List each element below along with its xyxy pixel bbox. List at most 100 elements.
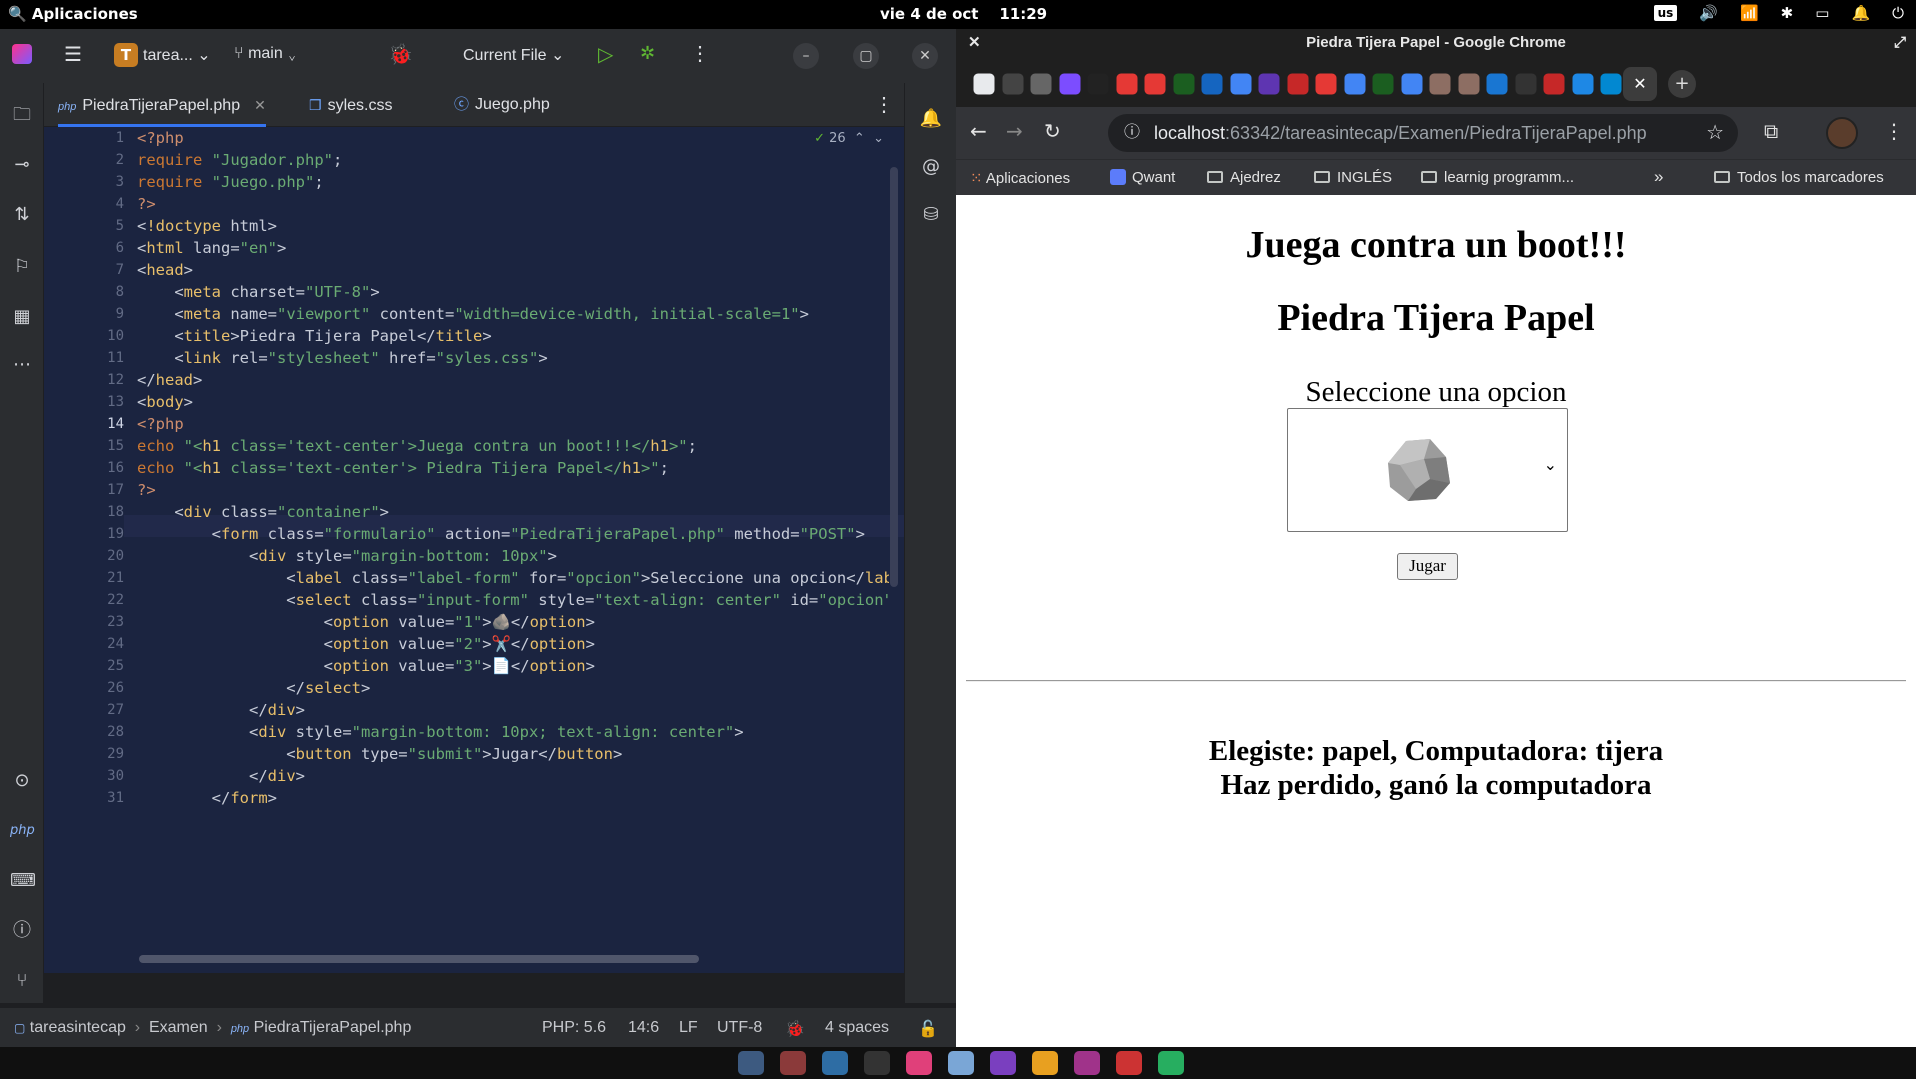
browser-tab[interactable]: [1287, 73, 1308, 95]
debug-status-icon[interactable]: 🐞: [785, 1019, 805, 1039]
reload-icon[interactable]: ↻: [1044, 119, 1061, 143]
dock-app-icon[interactable]: [1032, 1051, 1058, 1075]
code-line[interactable]: <select class="input-form" style="text-a…: [137, 589, 889, 611]
debug-icon[interactable]: ✲: [640, 43, 655, 64]
profile-avatar[interactable]: [1826, 117, 1858, 149]
code-line[interactable]: <html lang="en">: [137, 237, 286, 259]
breadcrumb-project[interactable]: tareasintecap: [30, 1019, 126, 1036]
browser-tab[interactable]: [1458, 73, 1479, 95]
tab-piedratijerapapel[interactable]: php PiedraTijeraPapel.php ✕: [58, 83, 266, 127]
code-line[interactable]: </div>: [137, 765, 305, 787]
project-selector[interactable]: tarea... ⌄: [143, 45, 211, 65]
browser-tab[interactable]: [1258, 73, 1280, 95]
close-active-tab-icon[interactable]: ✕: [1623, 67, 1657, 101]
browser-tab[interactable]: [1344, 73, 1365, 95]
more-actions-icon[interactable]: ⋮: [690, 41, 710, 66]
forward-icon[interactable]: →: [1006, 119, 1023, 143]
jugar-button[interactable]: Jugar: [1397, 553, 1458, 580]
notifications-icon[interactable]: 🔔: [919, 107, 943, 131]
code-line[interactable]: <title>Piedra Tijera Papel</title>: [137, 325, 491, 347]
code-line[interactable]: <!doctype html>: [137, 215, 277, 237]
browser-tab[interactable]: [1059, 73, 1080, 95]
database-icon[interactable]: ⛁: [919, 203, 943, 227]
breadcrumb-folder[interactable]: Examen: [149, 1019, 208, 1036]
tab-syles-css[interactable]: ❒ syles.css: [309, 83, 392, 127]
back-icon[interactable]: ←: [970, 119, 987, 143]
run-config-selector[interactable]: Current File ⌄: [463, 45, 564, 65]
structure-icon[interactable]: ▦: [10, 305, 34, 329]
battery-icon[interactable]: ▭: [1815, 4, 1829, 22]
bookmark-apps[interactable]: ⁙ Aplicaciones: [970, 169, 1070, 187]
bookmark-ingles[interactable]: INGLÉS: [1314, 169, 1392, 186]
commit-icon[interactable]: ⊸: [10, 153, 34, 177]
run-icon[interactable]: ▷: [598, 42, 613, 67]
code-line[interactable]: <?php: [137, 127, 184, 149]
browser-tab[interactable]: [1230, 73, 1251, 95]
ai-assistant-icon[interactable]: @: [919, 155, 943, 179]
browser-tab[interactable]: [1201, 73, 1223, 95]
new-tab-icon[interactable]: +: [1668, 70, 1696, 98]
dock-app-icon[interactable]: [822, 1051, 848, 1075]
more-bookmarks-icon[interactable]: »: [1654, 167, 1663, 187]
code-line[interactable]: <div style="margin-bottom: 10px; text-al…: [137, 721, 744, 743]
keyboard-layout-indicator[interactable]: us: [1653, 5, 1678, 21]
close-tab-icon[interactable]: ✕: [254, 97, 266, 113]
bookmarks-icon[interactable]: ⚐: [10, 255, 34, 279]
branch-selector[interactable]: ⑂ main ⌄: [234, 45, 297, 63]
breadcrumb-file[interactable]: PiedraTijeraPapel.php: [254, 1019, 412, 1036]
maximize-button[interactable]: ▢: [853, 43, 879, 69]
code-line[interactable]: <div style="margin-bottom: 10px">: [137, 545, 557, 567]
services-icon[interactable]: ⊙: [10, 769, 34, 793]
browser-tab[interactable]: [1572, 73, 1593, 95]
dock-app-icon[interactable]: [990, 1051, 1016, 1075]
bookmark-all[interactable]: Todos los marcadores: [1714, 169, 1884, 186]
problems-icon[interactable]: ⓘ: [10, 919, 34, 943]
bookmark-learning[interactable]: learnig programm...: [1421, 169, 1574, 186]
dock-app-icon[interactable]: [864, 1051, 890, 1075]
browser-tab[interactable]: [1543, 73, 1565, 95]
browser-tab[interactable]: [1429, 73, 1451, 95]
chrome-menu-icon[interactable]: ⋮: [1884, 119, 1904, 143]
code-line[interactable]: echo "<h1 class='text-center'> Piedra Ti…: [137, 457, 669, 479]
bookmark-star-icon[interactable]: ☆: [1706, 114, 1724, 152]
more-tools-icon[interactable]: ⋯: [10, 353, 34, 377]
bookmark-ajedrez[interactable]: Ajedrez: [1207, 169, 1281, 186]
browser-tab[interactable]: [1515, 73, 1536, 95]
code-line[interactable]: <head>: [137, 259, 193, 281]
code-line[interactable]: require "Juego.php";: [137, 171, 324, 193]
applications-menu[interactable]: 🔍 Aplicaciones: [8, 5, 138, 23]
browser-tab[interactable]: [1600, 73, 1622, 95]
file-encoding[interactable]: UTF-8: [717, 1019, 762, 1037]
dock-app-icon[interactable]: [1074, 1051, 1100, 1075]
code-line[interactable]: <meta charset="UTF-8">: [137, 281, 379, 303]
browser-tab[interactable]: [1116, 73, 1137, 95]
code-line[interactable]: <body>: [137, 391, 193, 413]
code-line[interactable]: <link rel="stylesheet" href="syles.css">: [137, 347, 547, 369]
code-line[interactable]: echo "<h1 class='text-center'>Juega cont…: [137, 435, 697, 457]
code-line[interactable]: </select>: [137, 677, 370, 699]
dock-app-icon[interactable]: [948, 1051, 974, 1075]
bookmark-qwant[interactable]: Qwant: [1110, 169, 1175, 186]
browser-tab[interactable]: [1315, 73, 1337, 95]
git-icon[interactable]: ⑂: [10, 969, 34, 993]
inspection-widget[interactable]: ✓ 26 ⌃ ⌄: [814, 131, 884, 146]
indent-setting[interactable]: 4 spaces: [825, 1019, 889, 1037]
code-line[interactable]: </form>: [137, 787, 277, 809]
address-bar[interactable]: ⓘ localhost:63342/tareasintecap/Examen/P…: [1108, 114, 1738, 152]
line-separator[interactable]: LF: [679, 1019, 698, 1037]
main-menu-icon[interactable]: ☰: [64, 42, 82, 67]
bluetooth-off-icon[interactable]: ✱: [1781, 4, 1794, 22]
close-button[interactable]: ✕: [912, 43, 938, 69]
wifi-icon[interactable]: 📶: [1740, 4, 1759, 22]
browser-tab[interactable]: [1087, 73, 1109, 95]
horizontal-scrollbar[interactable]: [139, 955, 699, 963]
minimize-button[interactable]: –: [793, 43, 819, 69]
power-icon[interactable]: ⏻: [1892, 4, 1904, 22]
browser-tab[interactable]: [1144, 73, 1166, 95]
code-line[interactable]: <form class="formulario" action="PiedraT…: [137, 523, 865, 545]
volume-icon[interactable]: 🔊: [1699, 4, 1718, 22]
browser-tab[interactable]: [1173, 73, 1194, 95]
browser-tab[interactable]: [1486, 73, 1508, 95]
code-line[interactable]: <div class="container">: [137, 501, 389, 523]
code-line[interactable]: <option value="2">✂️</option>: [137, 633, 595, 655]
